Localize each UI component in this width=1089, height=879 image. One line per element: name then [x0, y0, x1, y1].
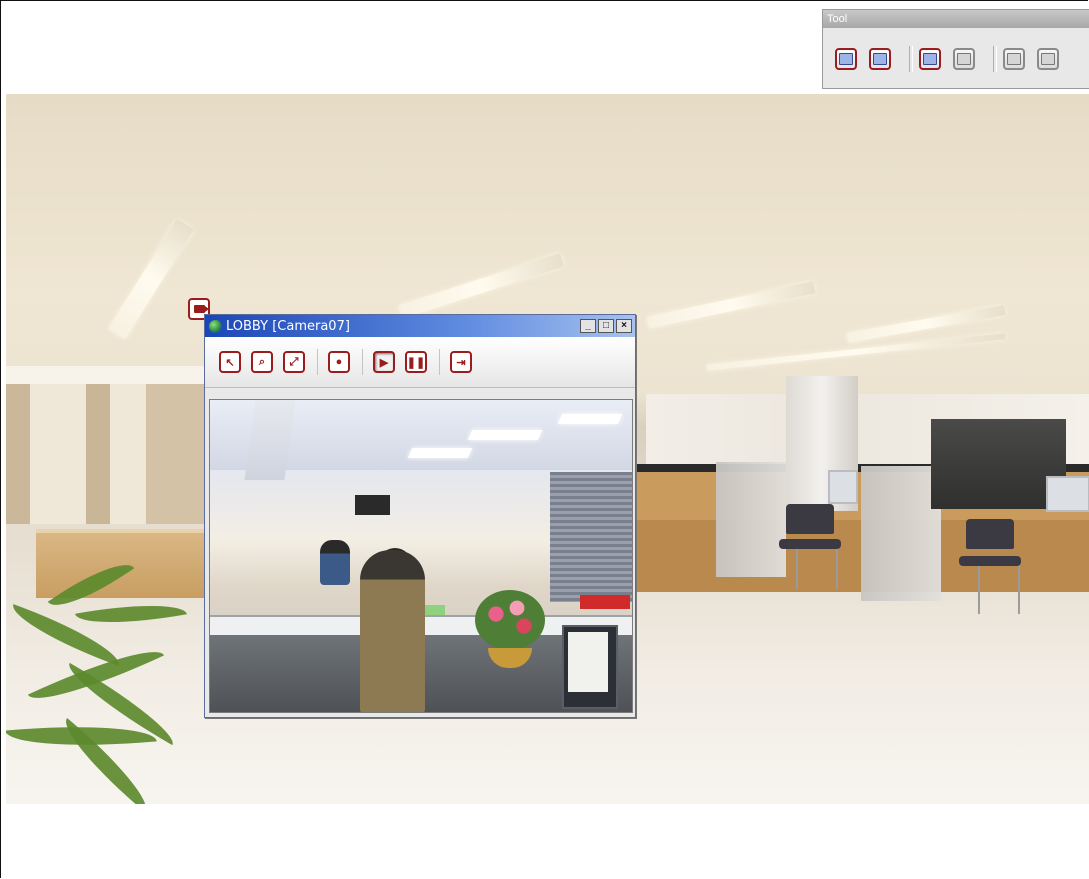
panel-button[interactable] [953, 48, 975, 70]
edit-icon [873, 53, 887, 65]
pause-icon: ❚❚ [406, 356, 426, 369]
toolbar-separator [317, 349, 318, 375]
copy-icon [1007, 53, 1021, 65]
chair-leg [796, 549, 798, 589]
record-icon: ● [335, 356, 343, 368]
window-controls: _ □ × [580, 319, 632, 333]
video-red-sign [580, 595, 630, 609]
toolbar-separator [439, 349, 440, 375]
zoom-icon: ⌕ [258, 355, 266, 368]
chair [779, 539, 841, 549]
map-view-icon [923, 53, 937, 65]
camera-window-titlebar[interactable]: LOBBY [Camera07] _ □ × [205, 315, 635, 337]
camera-marker-icon [193, 305, 209, 313]
chair-leg [836, 549, 838, 589]
wall-trim [6, 366, 216, 384]
exit-icon: ⇥ [456, 356, 466, 369]
monitor [828, 470, 858, 504]
close-button[interactable]: × [616, 319, 632, 333]
toolbar-separator [909, 46, 913, 72]
toolbar-separator [993, 46, 997, 72]
ceiling-light [397, 253, 565, 319]
exit-button[interactable]: ⇥ [450, 351, 472, 373]
video-person [320, 540, 350, 585]
pause-button[interactable]: ❚❚ [405, 351, 427, 373]
tool-palette[interactable]: Tool [822, 9, 1089, 89]
play-button[interactable]: ▶ [373, 351, 395, 373]
display-button[interactable] [835, 48, 857, 70]
fit-button[interactable]: ⤢ [283, 351, 305, 373]
video-number-display [355, 495, 390, 515]
fit-icon: ⤢ [289, 355, 299, 368]
video-monitor-screen [568, 632, 608, 692]
chair [786, 504, 834, 534]
video-flowers [475, 590, 545, 650]
pointer-button[interactable]: ↖ [219, 351, 241, 373]
camera-window[interactable]: LOBBY [Camera07] _ □ × ↖ ⌕ ⤢ ● ▶ ❚❚ ⇥ [204, 314, 636, 718]
edit-button[interactable] [869, 48, 891, 70]
chair [959, 556, 1021, 566]
display-icon [839, 53, 853, 65]
partition [861, 466, 941, 601]
panel-icon [957, 53, 971, 65]
globe-icon [209, 319, 222, 333]
potted-plant [6, 544, 206, 804]
save-icon [1041, 53, 1055, 65]
tool-palette-buttons [835, 46, 1071, 72]
copy-button[interactable] [1003, 48, 1025, 70]
camera-window-title: LOBBY [Camera07] [226, 318, 350, 334]
video-ceiling-light [407, 448, 473, 458]
chair [966, 519, 1014, 549]
camera-video-feed[interactable] [209, 399, 633, 713]
tool-palette-title: Tool [823, 10, 1089, 28]
monitor [1046, 476, 1089, 512]
camera-toolbar: ↖ ⌕ ⤢ ● ▶ ❚❚ ⇥ [205, 337, 635, 388]
play-icon: ▶ [379, 356, 389, 369]
maximize-button[interactable]: □ [598, 319, 614, 333]
zoom-button[interactable]: ⌕ [251, 351, 273, 373]
toolbar-separator [362, 349, 363, 375]
partition [716, 462, 786, 577]
ceiling-light [108, 218, 194, 340]
map-view-button[interactable] [919, 48, 941, 70]
left-wall [6, 384, 206, 524]
minimize-button[interactable]: _ [580, 319, 596, 333]
pointer-icon: ↖ [225, 356, 235, 369]
video-ceiling-light [467, 430, 543, 440]
video-window-blinds [550, 472, 632, 602]
ceiling-light [646, 281, 816, 329]
save-button[interactable] [1037, 48, 1059, 70]
record-button[interactable]: ● [328, 351, 350, 373]
video-ceiling-light [557, 414, 623, 424]
video-customer [360, 550, 425, 712]
